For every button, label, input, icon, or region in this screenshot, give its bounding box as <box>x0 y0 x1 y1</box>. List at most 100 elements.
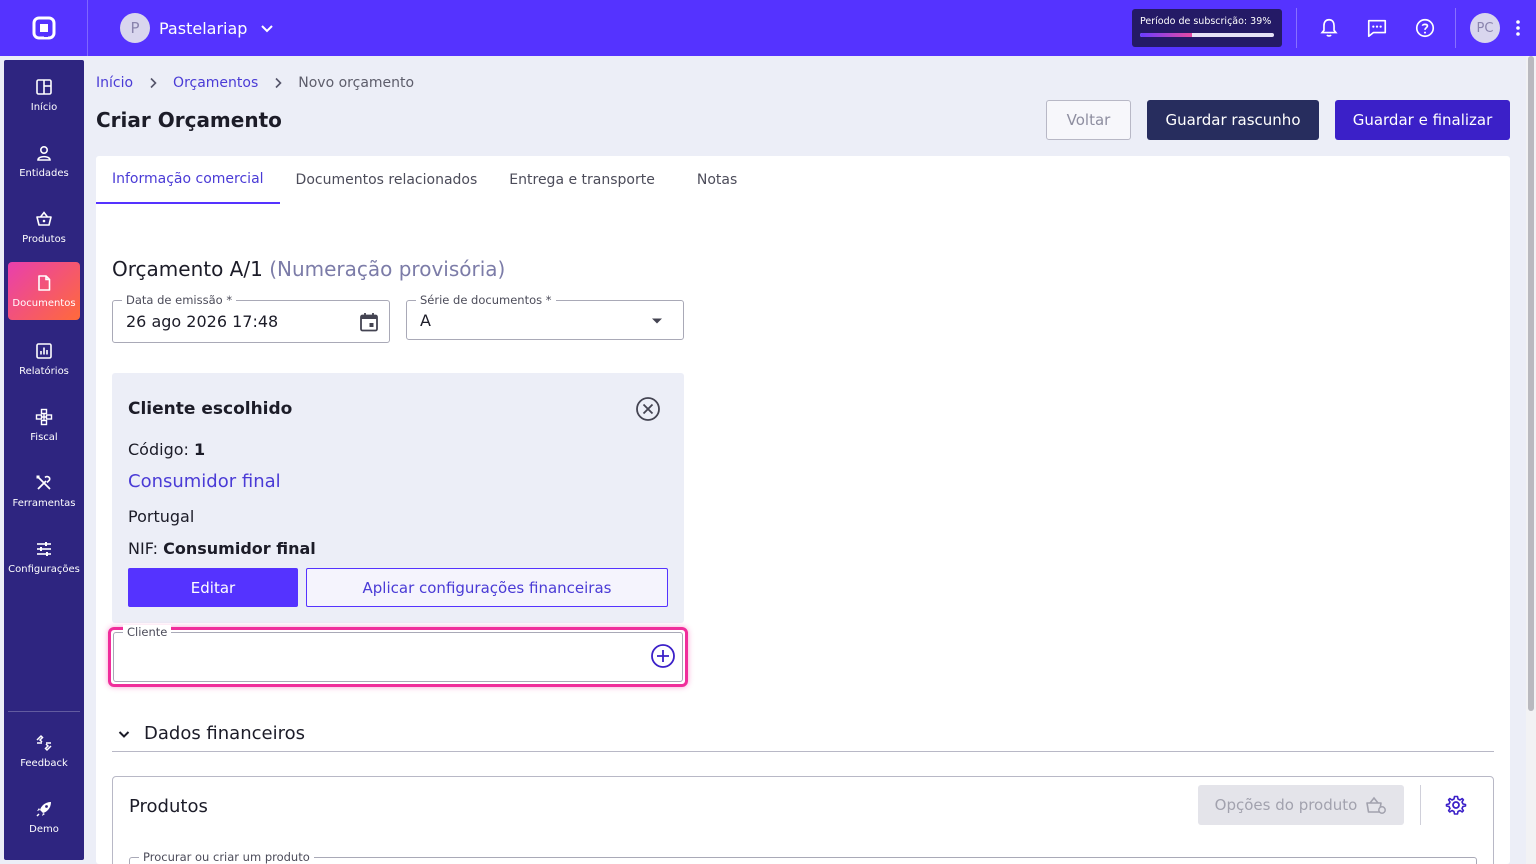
back-button[interactable]: Voltar <box>1046 100 1131 140</box>
provisional-numbering: (Numeração provisória) <box>269 257 506 281</box>
sidebar-item-label: Entidades <box>19 167 69 179</box>
dropdown-arrow-icon <box>652 318 662 324</box>
document-series-value: A <box>420 311 431 330</box>
app-logo[interactable] <box>0 0 88 56</box>
selected-client-card: Cliente escolhido Código: 1 Consumidor f… <box>112 373 684 623</box>
financial-data-toggle[interactable]: Dados financeiros <box>112 716 1494 752</box>
subscription-period[interactable]: Período de subscrição: 39% <box>1132 9 1282 47</box>
more-menu-button[interactable] <box>1500 0 1536 56</box>
client-field-highlight: Cliente <box>108 625 688 687</box>
chevron-right-icon <box>275 77 282 89</box>
apply-financial-settings-button[interactable]: Aplicar configurações financeiras <box>306 568 668 607</box>
sidebar-item-documentos[interactable]: Documentos <box>8 262 80 320</box>
issue-date-value: 26 ago 2026 17:48 <box>126 312 279 331</box>
person-icon <box>37 145 51 161</box>
help-icon <box>1415 18 1435 38</box>
help-button[interactable] <box>1401 0 1449 56</box>
product-options-button[interactable]: Opções do produto <box>1198 785 1404 825</box>
rocket-icon <box>36 801 51 817</box>
document-heading: Orçamento A/1 (Numeração provisória) <box>112 257 505 281</box>
company-avatar: P <box>120 13 150 43</box>
sidebar-item-feedback[interactable]: Feedback <box>8 722 80 780</box>
basket-icon <box>36 210 52 226</box>
financial-data-label: Dados financeiros <box>144 723 305 744</box>
subscription-label: Período de subscrição: 39% <box>1140 16 1272 27</box>
feedback-icon <box>36 734 52 751</box>
sliders-icon <box>37 541 51 556</box>
document-series-select[interactable]: Série de documentos * A <box>406 293 684 340</box>
add-circle-icon[interactable] <box>650 643 676 669</box>
sidebar-item-label: Fiscal <box>30 431 58 443</box>
subscription-progress-bar <box>1140 33 1274 37</box>
messages-button[interactable] <box>1353 0 1401 56</box>
sidebar-item-label: Relatórios <box>19 365 69 377</box>
sidebar-item-relatorios[interactable]: Relatórios <box>8 330 80 388</box>
logo-icon <box>32 16 55 40</box>
selected-client-title: Cliente escolhido <box>128 399 293 419</box>
sidebar-item-ferramentas[interactable]: Ferramentas <box>8 462 80 520</box>
product-options-label: Opções do produto <box>1214 796 1358 814</box>
sidebar-item-demo[interactable]: Demo <box>8 788 80 846</box>
client-country: Portugal <box>128 507 195 526</box>
notifications-button[interactable] <box>1305 0 1353 56</box>
document-series-label: Série de documentos * <box>416 293 556 307</box>
breadcrumb-current: Novo orçamento <box>298 75 415 91</box>
product-search-label: Procurar ou criar um produto <box>139 850 314 864</box>
client-field-label: Cliente <box>123 625 172 639</box>
document-icon <box>38 274 51 291</box>
client-nif-value: Consumidor final <box>163 539 316 558</box>
bell-icon <box>1320 18 1338 37</box>
client-nif-label: NIF: <box>128 539 159 558</box>
company-switcher[interactable]: P Pastelariap <box>120 13 275 43</box>
client-input[interactable]: Cliente <box>113 625 683 682</box>
products-title: Produtos <box>129 796 208 817</box>
issue-date-field[interactable]: Data de emissão * 26 ago 2026 17:48 <box>112 293 390 343</box>
sidebar: Início Entidades Produtos Documentos Rel… <box>4 60 84 860</box>
user-avatar[interactable]: PC <box>1470 13 1500 43</box>
tabs: Informação comercial Documentos relacion… <box>96 156 753 204</box>
document-number: Orçamento A/1 <box>112 257 263 281</box>
breadcrumb-home-link[interactable]: Início <box>96 75 133 91</box>
basket-gear-icon <box>1366 796 1387 814</box>
sidebar-item-entidades[interactable]: Entidades <box>8 132 80 190</box>
kebab-icon <box>1516 20 1520 36</box>
breadcrumb: Início Orçamentos Novo orçamento <box>96 75 414 91</box>
tab-entrega-transporte[interactable]: Entrega e transporte <box>493 156 671 204</box>
sidebar-item-label: Produtos <box>22 233 66 245</box>
subscription-progress-fill <box>1140 33 1193 37</box>
calendar-icon[interactable] <box>358 311 380 333</box>
home-grid-icon <box>36 78 52 95</box>
sidebar-item-label: Feedback <box>20 757 68 769</box>
client-nif: NIF: Consumidor final <box>128 539 316 558</box>
product-search-input[interactable]: Procurar ou criar um produto <box>129 850 1477 864</box>
sidebar-item-inicio[interactable]: Início <box>8 66 80 124</box>
sidebar-divider <box>8 711 80 712</box>
sidebar-item-label: Documentos <box>12 297 76 309</box>
tab-informacao-comercial[interactable]: Informação comercial <box>96 156 280 204</box>
tab-notas[interactable]: Notas <box>671 156 753 204</box>
sidebar-item-fiscal[interactable]: Fiscal <box>8 396 80 454</box>
client-name-link[interactable]: Consumidor final <box>128 471 281 492</box>
edit-client-button[interactable]: Editar <box>128 568 298 607</box>
client-code-value: 1 <box>194 440 206 459</box>
save-draft-button[interactable]: Guardar rascunho <box>1147 100 1319 140</box>
page-title: Criar Orçamento <box>96 108 282 132</box>
save-finalize-button[interactable]: Guardar e finalizar <box>1335 100 1510 140</box>
chevron-down-icon <box>261 25 274 33</box>
sidebar-item-label: Início <box>30 101 58 113</box>
scrollbar-thumb[interactable] <box>1528 56 1534 711</box>
breadcrumb-section-link[interactable]: Orçamentos <box>173 75 258 91</box>
tab-documentos-relacionados[interactable]: Documentos relacionados <box>280 156 494 204</box>
issue-date-label: Data de emissão * <box>122 293 237 307</box>
close-circle-icon[interactable] <box>635 396 661 422</box>
sidebar-item-label: Configurações <box>8 563 80 575</box>
page-scrollbar[interactable] <box>1526 56 1536 864</box>
sidebar-item-label: Ferramentas <box>12 497 76 509</box>
sidebar-item-produtos[interactable]: Produtos <box>8 198 80 256</box>
gear-icon[interactable] <box>1445 794 1467 816</box>
top-bar: P Pastelariap Período de subscrição: 39% <box>0 0 1536 56</box>
main-card: Informação comercial Documentos relacion… <box>96 156 1510 864</box>
client-code: Código: 1 <box>128 440 205 459</box>
chat-icon <box>1367 19 1387 38</box>
sidebar-item-configuracoes[interactable]: Configurações <box>8 528 80 586</box>
